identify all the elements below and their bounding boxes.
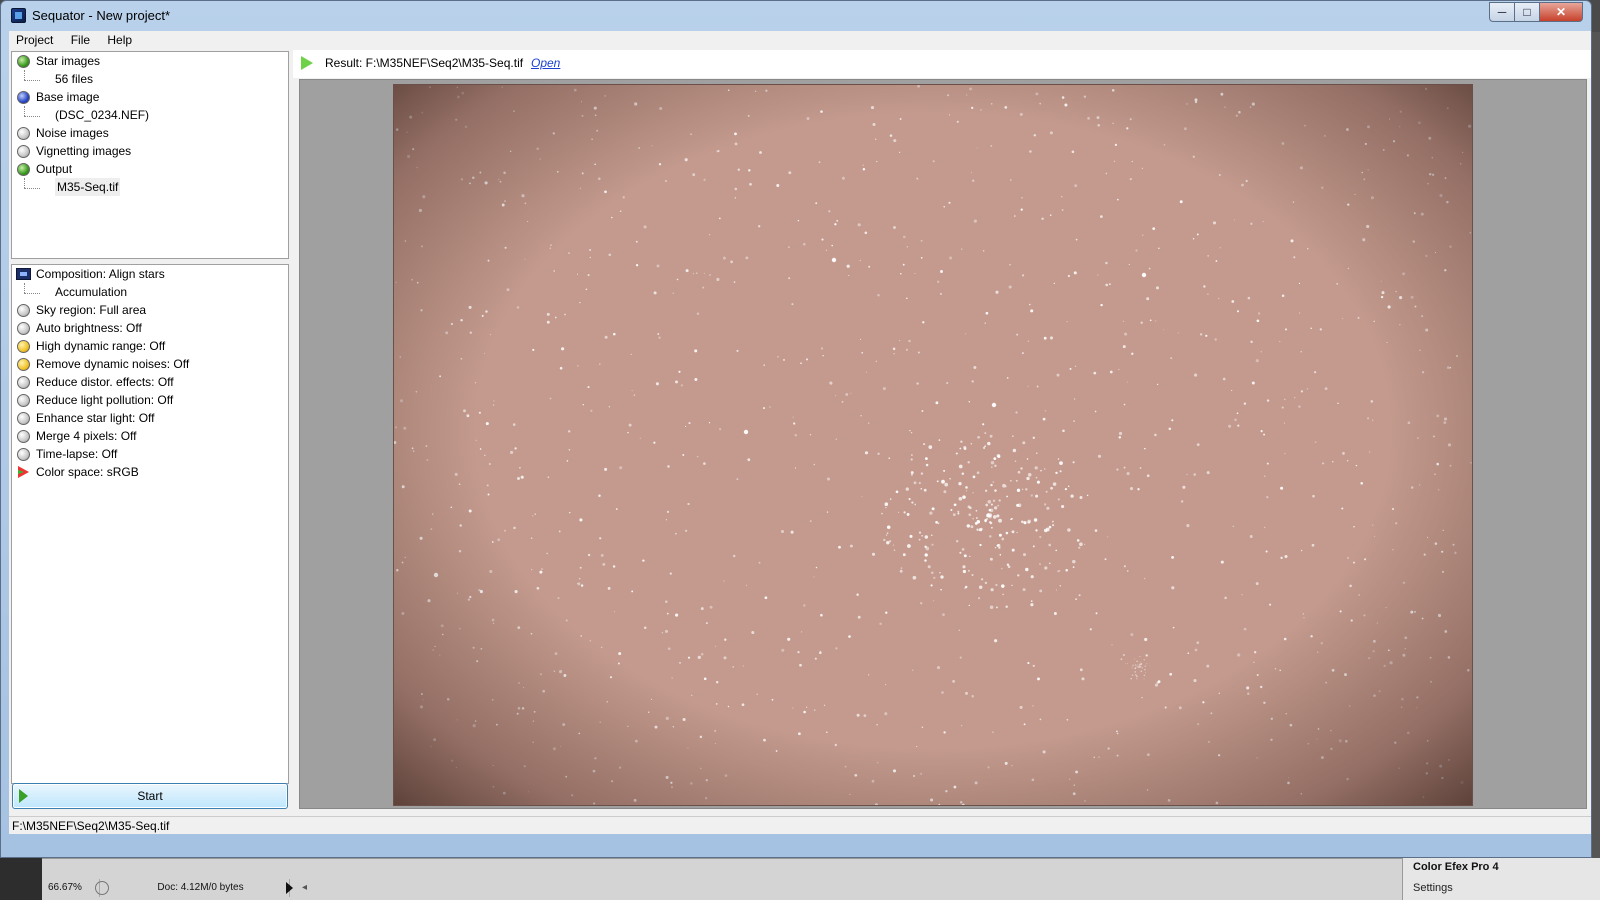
minimize-button[interactable]: ─: [1489, 2, 1515, 22]
setting-remove-dynamic-noises[interactable]: Remove dynamic noises: Off: [12, 355, 288, 373]
start-button[interactable]: Start: [12, 783, 288, 809]
setting-enhance-star-light[interactable]: Enhance star light: Off: [12, 409, 288, 427]
title-bar[interactable]: Sequator - New project* ─ □ ✕: [1, 1, 1591, 31]
play-icon: [19, 789, 28, 803]
gray-status-icon: [17, 394, 30, 407]
result-image: [393, 84, 1473, 806]
result-path: Result: F:\M35NEF\Seq2\M35-Seq.tif: [325, 56, 524, 70]
setting-reduce-light-pollution[interactable]: Reduce light pollution: Off: [12, 391, 288, 409]
gray-status-icon: [17, 127, 30, 140]
start-button-label: Start: [137, 789, 163, 803]
tree-item-output[interactable]: Output: [12, 160, 288, 178]
yellow-status-icon: [17, 340, 30, 353]
setting-merge-pixels[interactable]: Merge 4 pixels: Off: [12, 427, 288, 445]
open-result-link[interactable]: Open: [531, 56, 560, 70]
gray-status-icon: [17, 412, 30, 425]
tree-item-star-images[interactable]: Star images: [12, 52, 288, 70]
close-button[interactable]: ✕: [1539, 2, 1583, 22]
zoom-icon: [95, 881, 109, 895]
gray-status-icon: [17, 304, 30, 317]
green-status-icon: [17, 163, 30, 176]
image-viewer[interactable]: [299, 79, 1587, 809]
color-space-icon: [18, 466, 29, 478]
tree-item-output-file[interactable]: M35-Seq.tif: [12, 178, 288, 196]
window-title: Sequator - New project*: [32, 8, 171, 23]
status-path: F:\M35NEF\Seq2\M35-Seq.tif: [12, 819, 170, 833]
result-arrow-icon: [301, 56, 313, 70]
doc-size: Doc: 4.12M/0 bytes: [112, 879, 290, 897]
gray-status-icon: [17, 448, 30, 461]
setting-auto-brightness[interactable]: Auto brightness: Off: [12, 319, 288, 337]
tree-item-vignetting-images[interactable]: Vignetting images: [12, 142, 288, 160]
menu-help[interactable]: Help: [100, 31, 139, 50]
setting-sky-region[interactable]: Sky region: Full area: [12, 301, 288, 319]
scroll-left-icon[interactable]: ◂: [302, 879, 307, 897]
settings-tree: Composition: Align stars Accumulation Sk…: [11, 264, 289, 784]
result-bar: Result: F:\M35NEF\Seq2\M35-Seq.tif Open: [293, 50, 1591, 78]
menu-file[interactable]: File: [64, 31, 97, 50]
panel-settings[interactable]: Settings: [1413, 882, 1453, 894]
gray-status-icon: [17, 145, 30, 158]
sequator-window: Sequator - New project* ─ □ ✕ Project Fi…: [0, 0, 1592, 858]
yellow-status-icon: [17, 358, 30, 371]
tree-item-noise-images[interactable]: Noise images: [12, 124, 288, 142]
composition-icon: [16, 268, 31, 280]
status-menu-arrow-icon[interactable]: [286, 882, 293, 894]
status-bar: F:\M35NEF\Seq2\M35-Seq.tif: [9, 816, 1591, 834]
setting-reduce-distortion[interactable]: Reduce distor. effects: Off: [12, 373, 288, 391]
vignette-overlay: [394, 85, 1472, 805]
setting-color-space[interactable]: Color space: sRGB: [12, 463, 288, 481]
menu-project[interactable]: Project: [9, 31, 60, 50]
setting-accumulation[interactable]: Accumulation: [12, 283, 288, 301]
client-area: Star images 56 files Base image (DSC_023…: [9, 50, 1591, 834]
setting-composition[interactable]: Composition: Align stars: [12, 265, 288, 283]
maximize-button[interactable]: □: [1514, 2, 1540, 22]
gray-status-icon: [17, 322, 30, 335]
tree-item-base-file[interactable]: (DSC_0234.NEF): [12, 106, 288, 124]
blue-status-icon: [17, 91, 30, 104]
background-app-toolbox: [0, 858, 42, 900]
panel-title[interactable]: Color Efex Pro 4: [1413, 861, 1499, 873]
zoom-level[interactable]: 66.67%: [44, 879, 100, 897]
gray-status-icon: [17, 376, 30, 389]
setting-time-lapse[interactable]: Time-lapse: Off: [12, 445, 288, 463]
setting-high-dynamic-range[interactable]: High dynamic range: Off: [12, 337, 288, 355]
inputs-tree: Star images 56 files Base image (DSC_023…: [11, 51, 289, 259]
green-status-icon: [17, 55, 30, 68]
gray-status-icon: [17, 430, 30, 443]
tree-item-base-image[interactable]: Base image: [12, 88, 288, 106]
tree-item-star-files[interactable]: 56 files: [12, 70, 288, 88]
app-icon[interactable]: [11, 8, 26, 23]
color-efex-panel: Color Efex Pro 4 Settings: [1402, 858, 1600, 900]
menu-bar: Project File Help: [9, 31, 1591, 50]
